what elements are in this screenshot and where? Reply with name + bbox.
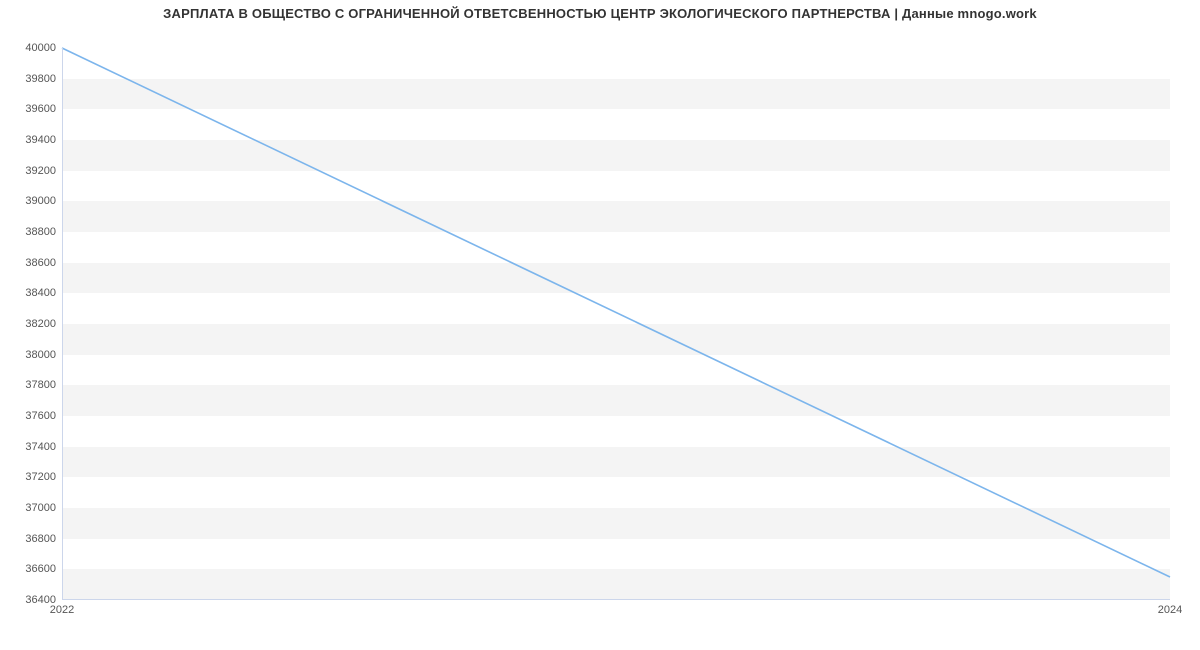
y-tick-label: 36800	[4, 533, 56, 545]
x-tick-label: 2024	[1158, 604, 1182, 616]
y-tick-label: 37000	[4, 502, 56, 514]
y-tick-label: 38200	[4, 318, 56, 330]
y-tick-label: 39200	[4, 165, 56, 177]
y-tick-label: 39800	[4, 73, 56, 85]
y-tick-label: 38600	[4, 257, 56, 269]
y-tick-label: 39600	[4, 103, 56, 115]
y-tick-label: 39000	[4, 195, 56, 207]
y-tick-label: 38800	[4, 226, 56, 238]
y-tick-label: 36600	[4, 563, 56, 575]
x-axis-line	[62, 599, 1170, 600]
plot-area	[62, 48, 1170, 600]
series-line	[62, 48, 1170, 577]
y-tick-label: 40000	[4, 42, 56, 54]
y-tick-label: 37800	[4, 379, 56, 391]
y-axis-line	[62, 48, 63, 600]
x-tick-label: 2022	[50, 604, 74, 616]
y-tick-label: 37200	[4, 471, 56, 483]
y-tick-label: 38000	[4, 349, 56, 361]
y-tick-label: 39400	[4, 134, 56, 146]
y-tick-label: 38400	[4, 287, 56, 299]
y-tick-label: 37400	[4, 441, 56, 453]
salary-chart: ЗАРПЛАТА В ОБЩЕСТВО С ОГРАНИЧЕННОЙ ОТВЕТ…	[0, 0, 1200, 650]
chart-title: ЗАРПЛАТА В ОБЩЕСТВО С ОГРАНИЧЕННОЙ ОТВЕТ…	[0, 6, 1200, 21]
line-series	[62, 48, 1170, 600]
y-tick-label: 36400	[4, 594, 56, 606]
y-tick-label: 37600	[4, 410, 56, 422]
